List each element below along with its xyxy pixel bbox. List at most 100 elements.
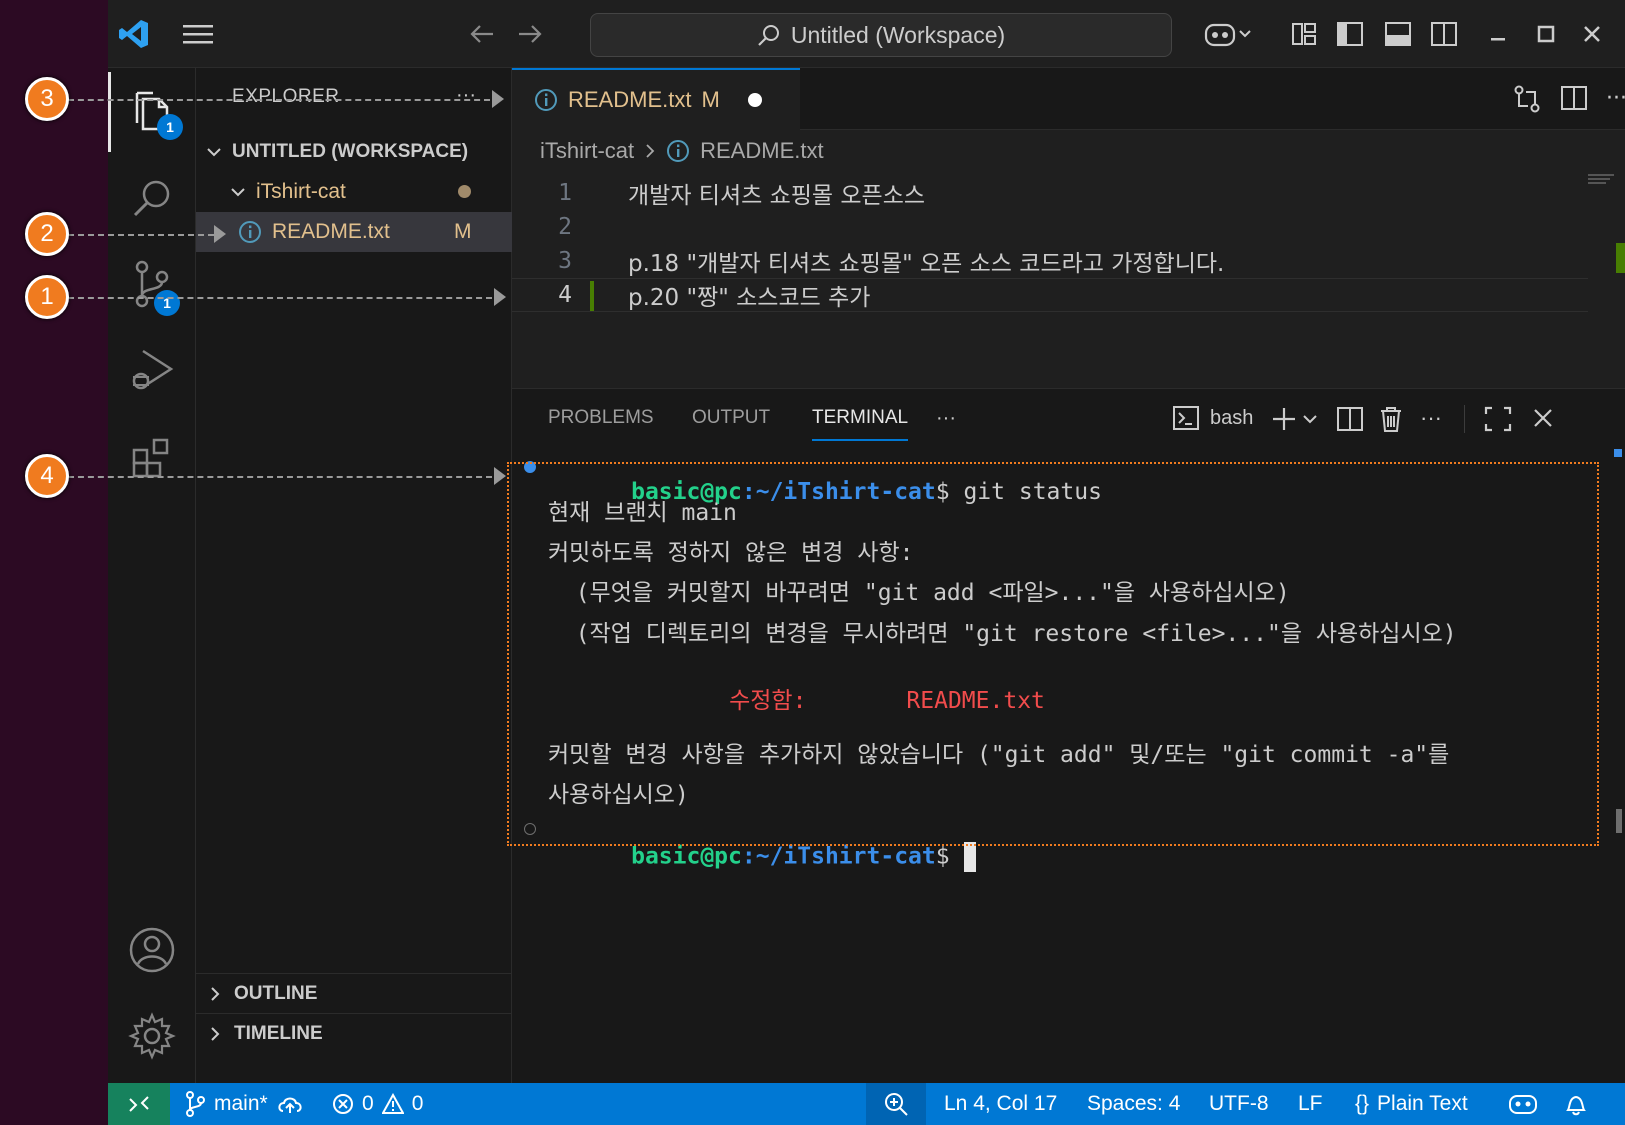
copilot-status-icon[interactable] <box>1508 1083 1538 1125</box>
remote-indicator[interactable] <box>108 1083 170 1125</box>
callout-line-3 <box>68 99 490 101</box>
tab-readme[interactable]: README.txt M <box>512 68 800 130</box>
unsaved-dot-icon[interactable] <box>747 93 762 107</box>
file-row-readme[interactable]: README.txt M <box>196 212 512 252</box>
vscode-logo-icon <box>116 16 152 52</box>
title-bar: Untitled (Workspace) <box>108 0 1625 68</box>
maximize-icon[interactable] <box>1528 16 1564 52</box>
code-line[interactable]: 2 <box>512 210 1512 244</box>
tab-output[interactable]: OUTPUT <box>692 407 770 429</box>
copilot-icon[interactable] <box>1202 16 1254 52</box>
explorer-more-button[interactable]: ··· <box>456 84 476 107</box>
zoom-indicator[interactable] <box>866 1083 926 1125</box>
tab-terminal[interactable]: TERMINAL <box>812 407 909 441</box>
back-arrow-icon[interactable] <box>464 16 500 52</box>
editor-tab-bar: README.txt M ··· <box>512 68 1625 130</box>
open-changes-icon[interactable] <box>1512 84 1542 118</box>
cloud-upload-icon <box>278 1097 302 1113</box>
new-terminal-icon[interactable] <box>1272 406 1320 437</box>
manage-activity[interactable] <box>108 996 196 1076</box>
close-panel-icon[interactable] <box>1532 407 1554 434</box>
minimize-icon[interactable] <box>1480 16 1516 52</box>
toggle-panel-icon[interactable] <box>1380 16 1416 52</box>
close-window-icon[interactable] <box>1574 16 1610 52</box>
toggle-secondary-sidebar-icon[interactable] <box>1426 16 1462 52</box>
bell-icon[interactable] <box>1564 1083 1588 1125</box>
customize-layout-icon[interactable] <box>1286 16 1322 52</box>
split-editor-icon[interactable] <box>1560 84 1588 116</box>
chevron-right-icon <box>646 144 655 158</box>
cursor-position[interactable]: Ln 4, Col 17 <box>944 1083 1057 1125</box>
terminal-scrollbar[interactable] <box>1616 809 1622 833</box>
branch-icon <box>186 1091 205 1117</box>
explorer-activity[interactable]: 1 <box>108 72 196 152</box>
search-icon <box>133 180 170 217</box>
callout-3: 3 <box>25 77 69 121</box>
trash-icon[interactable] <box>1378 405 1404 438</box>
terminal-more-icon[interactable]: ··· <box>1420 405 1442 431</box>
menu-icon[interactable] <box>180 16 216 52</box>
info-icon <box>667 140 690 162</box>
breadcrumb-folder[interactable]: iTshirt-cat <box>540 138 634 164</box>
account-icon <box>129 927 175 973</box>
split-terminal-icon[interactable] <box>1336 406 1364 437</box>
code-line[interactable]: 1 개발자 티셔츠 쇼핑몰 오픈소스 <box>512 176 1512 210</box>
encoding[interactable]: UTF-8 <box>1209 1083 1269 1125</box>
info-icon <box>535 89 557 111</box>
gear-icon <box>128 1012 176 1060</box>
workspace-header[interactable]: UNTITLED (WORKSPACE) <box>196 132 512 172</box>
panel-more-button[interactable]: ··· <box>936 407 956 430</box>
callout-4: 4 <box>25 454 69 498</box>
extensions-activity[interactable] <box>108 418 196 498</box>
chevron-right-icon <box>211 986 220 1001</box>
end-of-line[interactable]: LF <box>1298 1083 1323 1125</box>
line-number: 1 <box>558 180 572 206</box>
outline-section[interactable]: OUTLINE <box>196 973 512 1013</box>
code-line[interactable]: 3 p.18 "개발자 티셔츠 쇼핑몰" 오픈 소스 코드라고 가정합니다. <box>512 244 1512 278</box>
editor-more-icon[interactable]: ··· <box>1606 86 1625 111</box>
toolbar-divider <box>1464 405 1465 433</box>
command-center-label: Untitled (Workspace) <box>790 21 1006 48</box>
explorer-sidebar: EXPLORER ··· UNTITLED (WORKSPACE) iTshir… <box>196 68 512 1083</box>
tab-label: README.txt <box>568 87 692 112</box>
code-line-current[interactable]: 4 p.20 "짱" 소스코드 추가 <box>512 278 1588 312</box>
chevron-right-icon <box>211 1026 220 1041</box>
branch-indicator[interactable]: main* <box>184 1083 304 1125</box>
problems-indicator[interactable]: 0 0 <box>332 1083 423 1125</box>
run-debug-activity[interactable] <box>108 330 196 410</box>
minimap[interactable] <box>1588 168 1618 348</box>
command-center-search[interactable]: Untitled (Workspace) <box>590 13 1172 57</box>
prompt-user: basic@pc <box>631 843 742 870</box>
tab-problems[interactable]: PROBLEMS <box>548 407 654 429</box>
arrow-icon <box>494 288 506 306</box>
line-text: p.18 "개발자 티셔츠 쇼핑몰" 오픈 소스 코드라고 가정합니다. <box>628 251 1225 277</box>
run-debug-icon <box>132 349 174 390</box>
search-icon <box>758 25 779 46</box>
forward-arrow-icon[interactable] <box>512 16 548 52</box>
indentation[interactable]: Spaces: 4 <box>1087 1083 1180 1125</box>
line-text: p.20 "짱" 소스코드 추가 <box>628 285 871 311</box>
timeline-section[interactable]: TIMELINE <box>196 1013 512 1053</box>
language-mode[interactable]: {} Plain Text <box>1355 1083 1468 1125</box>
breadcrumb-file[interactable]: README.txt <box>700 138 823 164</box>
braces-icon: {} <box>1355 1092 1370 1115</box>
toggle-primary-sidebar-icon[interactable] <box>1332 16 1368 52</box>
callout-2: 2 <box>25 212 69 256</box>
source-control-activity[interactable]: 1 <box>108 244 196 324</box>
search-activity[interactable] <box>108 158 196 238</box>
tab-status: M <box>701 87 720 112</box>
accounts-activity[interactable] <box>108 910 196 990</box>
arrow-icon <box>494 467 506 485</box>
workspace-label: UNTITLED (WORKSPACE) <box>232 141 469 162</box>
callout-line-2 <box>68 234 214 236</box>
maximize-panel-icon[interactable] <box>1484 406 1512 437</box>
line-number: 4 <box>558 282 572 308</box>
terminal-shell-selector[interactable]: bash <box>1172 405 1253 431</box>
remote-icon <box>129 1096 149 1112</box>
language-label: Plain Text <box>1377 1092 1468 1115</box>
chevron-down-icon <box>231 188 245 197</box>
folder-row[interactable]: iTshirt-cat <box>196 172 512 212</box>
shell-label: bash <box>1210 406 1254 429</box>
callout-line-4 <box>68 476 492 478</box>
breadcrumb: iTshirt-cat README.txt <box>540 134 824 168</box>
